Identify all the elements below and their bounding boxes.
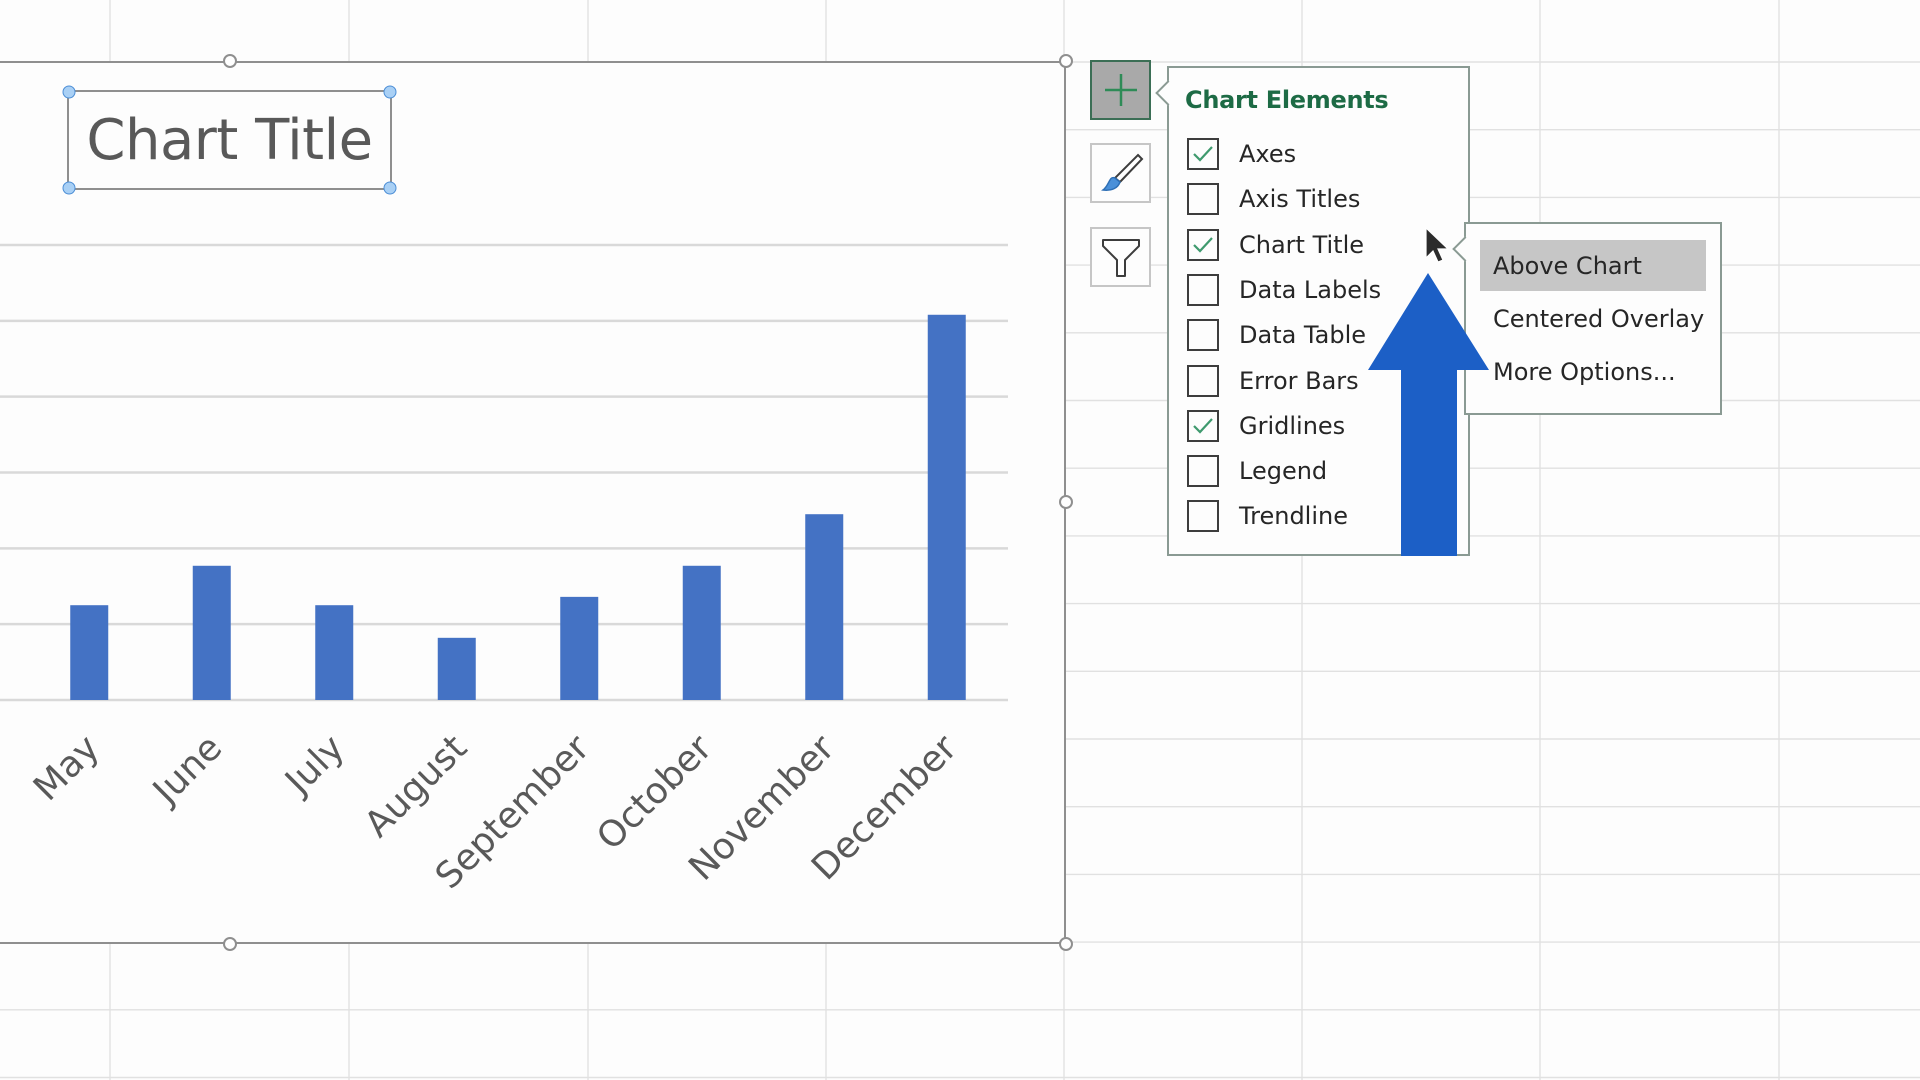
checkmark-icon [1193, 418, 1213, 434]
bar-december[interactable] [927, 314, 966, 700]
bar-august[interactable] [437, 637, 476, 700]
element-option-label: Axes [1239, 140, 1297, 168]
bar-july[interactable] [315, 605, 354, 700]
element-option-data-table[interactable]: Data Table [1187, 315, 1447, 355]
element-option-error-bars[interactable]: Error Bars [1187, 361, 1447, 401]
x-tick-label: August [357, 727, 475, 845]
checkbox[interactable] [1187, 319, 1219, 352]
x-tick-label: June [144, 727, 230, 813]
checkbox[interactable] [1187, 138, 1219, 170]
element-option-label: Data Labels [1239, 275, 1382, 304]
element-option-label: Axis Titles [1239, 185, 1361, 214]
chart-title[interactable]: Chart Title [62, 85, 397, 195]
element-option-label: Data Table [1239, 321, 1366, 350]
x-tick-label: May [26, 727, 108, 809]
checkbox[interactable] [1187, 273, 1219, 306]
submenu-item-above-chart[interactable]: Above Chart [1480, 240, 1706, 291]
submenu-item-more-options[interactable]: More Options... [1480, 346, 1706, 397]
element-option-gridlines[interactable]: Gridlines [1187, 406, 1447, 446]
title-handle-bottom-right[interactable] [383, 181, 397, 195]
title-handle-bottom-left[interactable] [62, 181, 76, 195]
element-option-chart-title[interactable]: Chart Title [1187, 225, 1447, 265]
element-option-label: Legend [1239, 457, 1328, 486]
filter-icon [1101, 239, 1140, 277]
bar-september[interactable] [560, 596, 599, 700]
chart-elements-button[interactable] [1090, 60, 1151, 120]
checkbox[interactable] [1187, 228, 1219, 261]
bar-june[interactable] [192, 565, 231, 700]
element-option-legend[interactable]: Legend [1187, 451, 1447, 491]
chart-title-text[interactable]: Chart Title [86, 108, 373, 173]
element-option-label: Error Bars [1239, 366, 1359, 395]
submenu-item-centered-overlay[interactable]: Centered Overlay [1480, 293, 1706, 344]
submenu-item-label: Above Chart [1493, 251, 1642, 280]
element-option-axis-titles[interactable]: Axis Titles [1187, 179, 1447, 219]
checkmark-icon [1193, 146, 1213, 162]
chart-styles-button[interactable] [1090, 143, 1151, 203]
submenu-item-label: More Options... [1493, 357, 1676, 386]
checkbox[interactable] [1187, 500, 1219, 533]
title-handle-top-left[interactable] [62, 85, 76, 99]
bar-november[interactable] [805, 514, 844, 700]
element-option-label: Chart Title [1239, 230, 1365, 259]
plus-icon [1104, 74, 1137, 106]
checkbox[interactable] [1187, 183, 1219, 216]
element-option-data-labels[interactable]: Data Labels [1187, 270, 1447, 310]
bar-october[interactable] [682, 565, 721, 700]
category-axis-labels: May June July AugustSeptemberOctoberNovembe… [26, 727, 965, 897]
checkbox[interactable] [1187, 455, 1219, 488]
chart-elements-panel: Chart Elements Axes Axis Titles Chart Titl… [1155, 66, 1470, 556]
submenu-item-label: Centered Overlay [1493, 304, 1705, 333]
chart-title-submenu: Above Chart Centered Overlay More Options.… [1452, 222, 1722, 415]
paintbrush-icon [1100, 153, 1143, 191]
x-tick-label: July [276, 727, 352, 803]
element-option-label: Trendline [1239, 502, 1348, 531]
checkmark-icon [1193, 236, 1213, 253]
element-option-axes[interactable]: Axes [1187, 134, 1447, 174]
checkbox[interactable] [1187, 364, 1219, 397]
element-option-trendline[interactable]: Trendline [1187, 496, 1447, 536]
bar-series [70, 314, 966, 700]
title-handle-top-right[interactable] [383, 85, 397, 99]
x-tick-label: October [589, 727, 720, 858]
panel-heading: Chart Elements [1185, 86, 1389, 114]
chart-filters-button[interactable] [1090, 227, 1151, 287]
checkbox[interactable] [1187, 409, 1219, 442]
element-option-label: Gridlines [1239, 411, 1346, 440]
gridlines [0, 243, 1008, 702]
bar-may[interactable] [70, 605, 109, 700]
